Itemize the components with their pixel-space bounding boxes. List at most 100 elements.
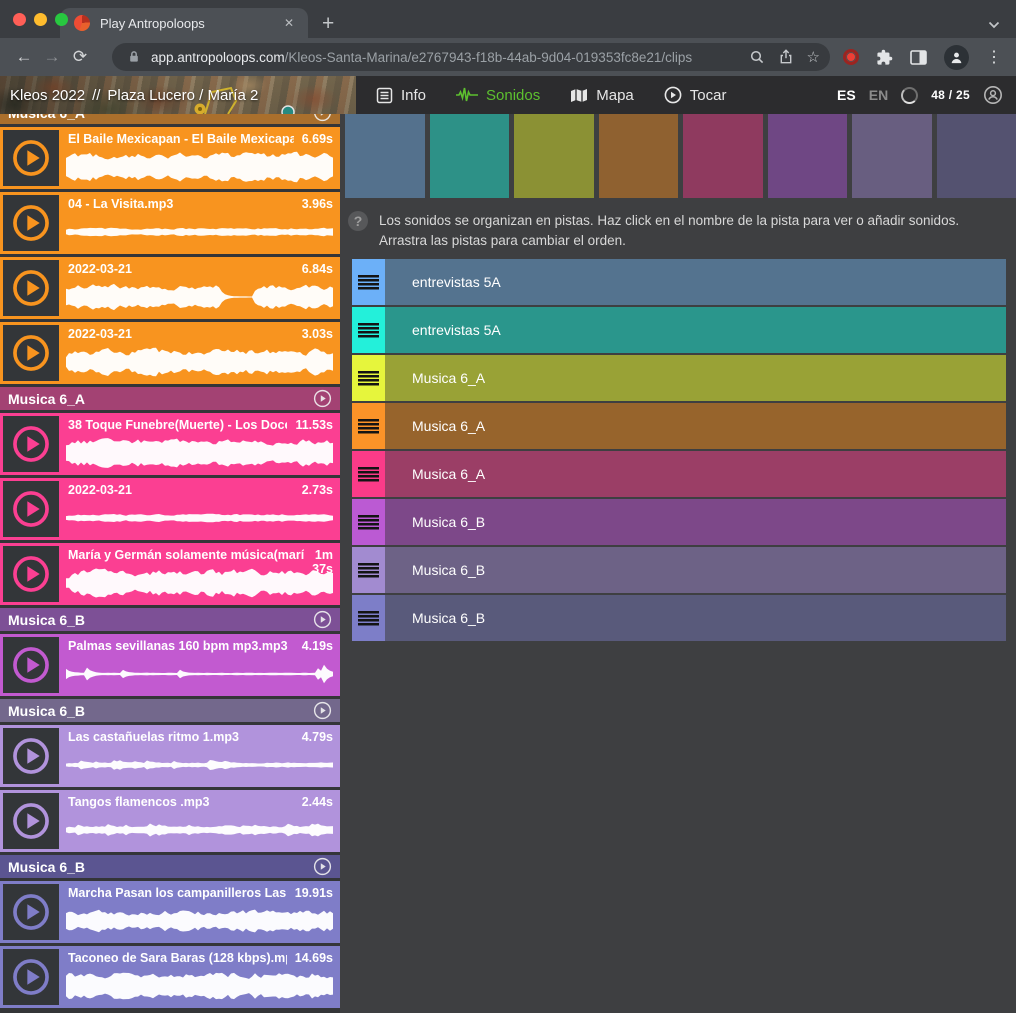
track-drag-handle[interactable] [352,403,385,449]
track-row[interactable]: entrevistas 5A [352,307,1006,353]
nav-item-mapa[interactable]: Mapa [570,87,634,104]
browser-menu-kebab-icon[interactable]: ⋮ [986,47,1002,67]
track-body[interactable]: Musica 6_A [385,451,1006,497]
clip-play-button[interactable] [3,260,59,316]
help-question-icon[interactable]: ? [348,211,368,231]
audio-clip[interactable]: 38 Toque Funebre(Muerte) - Los Doce Par.… [0,413,340,475]
new-tab-button[interactable]: + [322,13,334,34]
track-label[interactable]: Musica 6_B [412,610,485,626]
track-drag-handle[interactable] [352,451,385,497]
track-row[interactable]: Musica 6_A [352,451,1006,497]
audio-clip[interactable]: 2022-03-213.03s [0,322,340,384]
extensions-puzzle-icon[interactable] [876,49,893,66]
nav-item-tocar[interactable]: Tocar [664,86,727,104]
track-row[interactable]: Musica 6_B [352,595,1006,641]
track-color-swatch-1[interactable] [345,114,425,198]
section-play-icon[interactable] [313,701,332,720]
audio-clip[interactable]: 2022-03-216.84s [0,257,340,319]
window-close-button[interactable] [13,13,26,26]
track-label[interactable]: Musica 6_B [412,562,485,578]
track-color-swatch-2[interactable] [430,114,510,198]
track-body[interactable]: entrevistas 5A [385,307,1006,353]
side-panel-icon[interactable] [910,50,927,65]
forward-icon[interactable]: → [38,47,66,67]
section-header[interactable]: Musica 6_B [0,699,340,722]
section-play-icon[interactable] [313,389,332,408]
track-label[interactable]: Musica 6_A [412,466,485,482]
audio-clip[interactable]: El Baile Mexicapan - El Baile Mexicapan.… [0,127,340,189]
track-drag-handle[interactable] [352,355,385,401]
track-drag-handle[interactable] [352,595,385,641]
track-drag-handle[interactable] [352,499,385,545]
clip-play-button[interactable] [3,793,59,849]
lang-en-button[interactable]: EN [869,87,888,103]
reload-icon[interactable]: ⟳ [66,47,94,67]
track-body[interactable]: Musica 6_B [385,595,1006,641]
clip-play-button[interactable] [3,637,59,693]
bookmark-star-icon[interactable]: ☆ [807,48,820,66]
section-header[interactable]: Musica 6_A [0,387,340,410]
track-row[interactable]: Musica 6_B [352,499,1006,545]
section-header[interactable]: Musica 6_B [0,855,340,878]
audio-clip[interactable]: 2022-03-212.73s [0,478,340,540]
track-label[interactable]: Musica 6_A [412,418,485,434]
clip-play-button[interactable] [3,728,59,784]
track-body[interactable]: Musica 6_B [385,499,1006,545]
track-row[interactable]: Musica 6_B [352,547,1006,593]
back-icon[interactable]: ← [10,47,38,67]
audio-clip[interactable]: Palmas sevillanas 160 bpm mp3.mp34.19s [0,634,340,696]
lang-es-button[interactable]: ES [837,87,856,103]
section-play-icon[interactable] [313,610,332,629]
track-label[interactable]: entrevistas 5A [412,322,501,338]
clip-play-button[interactable] [3,325,59,381]
track-color-swatch-5[interactable] [683,114,763,198]
track-row[interactable]: Musica 6_A [352,403,1006,449]
audio-clip[interactable]: 04 - La Visita.mp33.96s [0,192,340,254]
browser-tab[interactable]: Play Antropoloops ✕ [60,8,308,38]
track-body[interactable]: entrevistas 5A [385,259,1006,305]
account-person-icon[interactable] [983,85,1003,105]
address-bar[interactable]: app.antropoloops.com/Kleos-Santa-Marina/… [112,43,830,71]
track-color-swatch-4[interactable] [599,114,679,198]
audio-clip[interactable]: Tangos flamencos .mp32.44s [0,790,340,852]
clip-play-button[interactable] [3,884,59,940]
track-color-swatch-3[interactable] [514,114,594,198]
tab-close-icon[interactable]: ✕ [280,14,298,32]
window-minimize-button[interactable] [34,13,47,26]
zoom-page-icon[interactable] [749,49,765,65]
section-play-icon[interactable] [313,857,332,876]
track-row[interactable]: Musica 6_A [352,355,1006,401]
clip-play-button[interactable] [3,546,59,602]
audio-clip[interactable]: María y Germán solamente música(maría 2.… [0,543,340,605]
track-drag-handle[interactable] [352,259,385,305]
recording-indicator-icon[interactable] [843,49,859,65]
track-drag-handle[interactable] [352,547,385,593]
clip-play-button[interactable] [3,949,59,1005]
audio-clip[interactable]: Marcha Pasan los campanilleros Las Mejor… [0,881,340,943]
nav-item-sonidos[interactable]: Sonidos [456,87,540,104]
track-label[interactable]: entrevistas 5A [412,274,501,290]
audio-clip[interactable]: Taconeo de Sara Baras (128 kbps).mp314.6… [0,946,340,1008]
track-body[interactable]: Musica 6_A [385,355,1006,401]
track-label[interactable]: Musica 6_A [412,370,485,386]
clip-play-button[interactable] [3,481,59,537]
tab-search-chevron-icon[interactable] [988,21,1000,29]
track-row[interactable]: entrevistas 5A [352,259,1006,305]
track-drag-handle[interactable] [352,307,385,353]
window-zoom-button[interactable] [55,13,68,26]
clip-play-button[interactable] [3,416,59,472]
section-header[interactable]: Musica 6_B [0,608,340,631]
profile-avatar[interactable] [944,45,969,70]
track-label[interactable]: Musica 6_B [412,514,485,530]
clip-play-button[interactable] [3,130,59,186]
share-icon[interactable] [778,49,794,65]
track-body[interactable]: Musica 6_B [385,547,1006,593]
track-color-swatch-8[interactable] [937,114,1016,198]
track-color-swatch-7[interactable] [852,114,932,198]
nav-item-info[interactable]: Info [376,87,426,104]
section-play-icon[interactable] [313,114,332,122]
track-body[interactable]: Musica 6_A [385,403,1006,449]
section-header[interactable]: Musica 6_A [0,114,340,124]
track-color-swatch-6[interactable] [768,114,848,198]
clip-play-button[interactable] [3,195,59,251]
